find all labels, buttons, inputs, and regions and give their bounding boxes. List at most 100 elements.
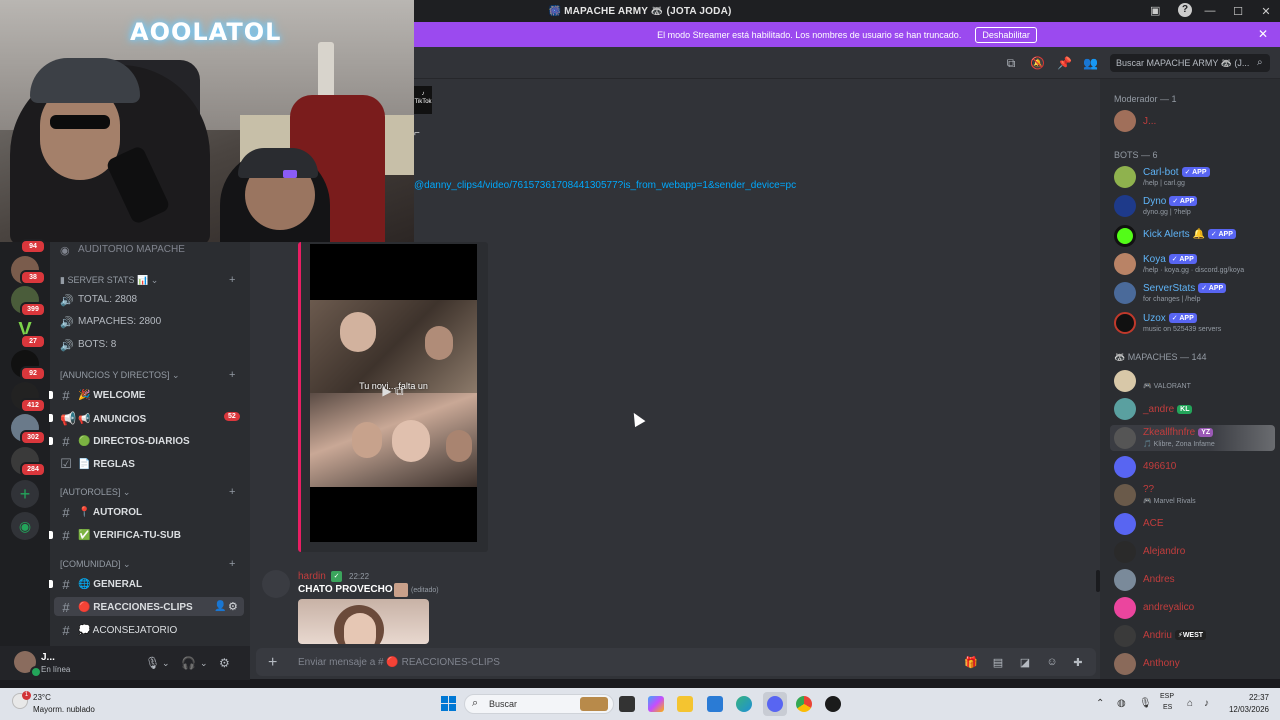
avatar[interactable]: [1114, 370, 1136, 392]
help-icon[interactable]: ?: [1178, 3, 1192, 17]
member-name[interactable]: Uzox ✓ APP: [1143, 313, 1197, 324]
channel-directos-diarios[interactable]: # 🟢 DIRECTOS-DIARIOS: [60, 434, 189, 449]
category-server-stats[interactable]: ▮ SERVER STATS 📊 ⌄: [60, 275, 158, 286]
category-anuncios[interactable]: [ANUNCIOS Y DIRECTOS] ⌄: [60, 370, 180, 381]
discord-icon[interactable]: [767, 696, 783, 712]
channel-reacciones-clips[interactable]: # 🔴 REACCIONES-CLIPS: [60, 600, 192, 615]
add-server-icon[interactable]: +: [11, 480, 39, 508]
gif-icon[interactable]: ▤: [991, 656, 1005, 670]
pin-icon[interactable]: 📌: [1057, 56, 1072, 70]
bot-avatar[interactable]: [1114, 312, 1136, 334]
member-name[interactable]: _andre KL: [1143, 404, 1193, 415]
obs-icon[interactable]: [825, 696, 841, 712]
add-channel-icon[interactable]: +: [229, 486, 235, 498]
edge-icon[interactable]: [736, 696, 752, 712]
windows-start-icon[interactable]: [441, 696, 456, 711]
wifi-icon[interactable]: ⌂: [1187, 698, 1193, 709]
avatar[interactable]: [1114, 513, 1136, 535]
bot-avatar[interactable]: [1114, 225, 1136, 247]
message-image[interactable]: [298, 599, 429, 644]
channel-verifica-tu-sub[interactable]: # ✅ VERIFICA-TU-SUB: [60, 528, 181, 543]
gear-icon[interactable]: ⚙: [228, 600, 238, 613]
bot-avatar[interactable]: [1114, 166, 1136, 188]
channel-aconsejatorio[interactable]: # 💭 ACONSEJATORIO: [60, 623, 177, 638]
expand-icon[interactable]: ⌐: [414, 128, 424, 142]
add-attachment-icon[interactable]: +: [268, 654, 277, 672]
avatar[interactable]: [1114, 541, 1136, 563]
member-name[interactable]: Dyno ✓ APP: [1143, 196, 1198, 207]
channel-autorol[interactable]: # 📍 AUTOROL: [60, 505, 142, 520]
member-name[interactable]: ServerStats ✓ APP: [1143, 283, 1227, 294]
channel-welcome[interactable]: # 🎉 WELCOME: [60, 388, 145, 403]
add-channel-icon[interactable]: +: [229, 274, 235, 286]
member-name[interactable]: Andres: [1143, 574, 1175, 585]
store-icon[interactable]: [707, 696, 723, 712]
bot-avatar[interactable]: [1114, 195, 1136, 217]
sticker-icon[interactable]: ◪: [1018, 656, 1032, 670]
disable-streamer-mode-button[interactable]: Deshabilitar: [975, 26, 1037, 43]
tiktok-link[interactable]: @danny_clips4/video/7615736170844130577?…: [414, 180, 796, 191]
apps-icon[interactable]: ✚: [1071, 656, 1085, 670]
copilot-icon[interactable]: [648, 696, 664, 712]
minimize-button[interactable]: —: [1196, 5, 1224, 17]
volume-icon[interactable]: ♪: [1204, 698, 1209, 709]
stat-bots[interactable]: BOTS: 8: [78, 339, 116, 350]
invite-icon[interactable]: 👤: [214, 601, 226, 612]
emoji-icon[interactable]: ☺: [1045, 656, 1059, 670]
keyboard-layout[interactable]: ES: [1163, 704, 1172, 711]
avatar[interactable]: [1114, 597, 1136, 619]
network-app-icon[interactable]: ◍: [1117, 698, 1126, 709]
inbox-icon[interactable]: ▣: [1150, 4, 1160, 17]
member-name[interactable]: Kick Alerts 🔔 ✓ APP: [1143, 229, 1236, 240]
avatar[interactable]: [1114, 456, 1136, 478]
member-name[interactable]: Carl-bot ✓ APP: [1143, 167, 1210, 178]
member-name[interactable]: Andriu ⚡WEST: [1143, 630, 1207, 641]
stat-mapaches[interactable]: MAPACHES: 2800: [78, 316, 161, 327]
threads-icon[interactable]: ⧉: [1004, 56, 1018, 70]
category-comunidad[interactable]: [COMUNIDAD] ⌄: [60, 559, 131, 570]
chrome-icon[interactable]: [796, 696, 812, 712]
task-view-icon[interactable]: [619, 696, 635, 712]
avatar[interactable]: [1114, 110, 1136, 132]
member-name[interactable]: ??: [1143, 484, 1154, 495]
chevron-up-icon[interactable]: ⌃: [1096, 698, 1104, 709]
avatar[interactable]: [1114, 427, 1136, 449]
member-name[interactable]: Alejandro: [1143, 546, 1185, 557]
clock-time[interactable]: 22:37: [1229, 693, 1269, 702]
chevron-down-icon[interactable]: ⌄: [200, 658, 208, 669]
user-name[interactable]: J...: [41, 652, 55, 663]
channel-auditorio[interactable]: AUDITORIO MAPACHE: [78, 244, 185, 255]
channel-reglas[interactable]: ☑ 📄 REGLAS: [60, 456, 135, 472]
avatar[interactable]: [1114, 625, 1136, 647]
gift-icon[interactable]: 🎁: [964, 656, 978, 670]
close-window-button[interactable]: ✕: [1252, 5, 1280, 18]
member-name[interactable]: Zkeallfhnfre YZ: [1143, 427, 1214, 438]
member-name[interactable]: ACE: [1143, 518, 1164, 529]
clock-date[interactable]: 12/03/2026: [1219, 705, 1269, 714]
microphone-icon[interactable]: 🎙: [145, 656, 160, 670]
member-name[interactable]: Koya ✓ APP: [1143, 254, 1197, 265]
mute-bell-icon[interactable]: 🔕: [1030, 56, 1045, 70]
add-channel-icon[interactable]: +: [229, 558, 235, 570]
microphone-tray-icon[interactable]: 🎙: [1139, 698, 1152, 709]
channel-anuncios[interactable]: 📢 📢 ANUNCIOS: [60, 411, 146, 427]
search-input[interactable]: Buscar MAPACHE ARMY 🦝 (J...: [1110, 54, 1270, 72]
weather-temperature[interactable]: 23°C: [33, 693, 51, 702]
avatar[interactable]: [1114, 569, 1136, 591]
play-icon[interactable]: ▶ ⧉: [376, 384, 410, 402]
bot-avatar[interactable]: [1114, 282, 1136, 304]
stat-total[interactable]: TOTAL: 2808: [78, 294, 137, 305]
close-icon[interactable]: ✕: [1258, 27, 1268, 41]
message-avatar[interactable]: [262, 570, 290, 598]
maximize-button[interactable]: ☐: [1224, 5, 1252, 18]
weather-description[interactable]: Mayorm. nublado: [33, 705, 95, 714]
chevron-down-icon[interactable]: ⌄: [162, 658, 170, 669]
member-name[interactable]: J...: [1143, 116, 1156, 127]
category-autoroles[interactable]: [AUTOROLES] ⌄: [60, 487, 130, 498]
avatar[interactable]: [1114, 484, 1136, 506]
member-name[interactable]: 496610: [1143, 461, 1176, 472]
discover-icon[interactable]: ◉: [11, 512, 39, 540]
member-name[interactable]: andreyalico: [1143, 602, 1194, 613]
member-list-icon[interactable]: 👥: [1083, 56, 1098, 70]
channel-general[interactable]: # 🌐 GENERAL: [60, 577, 142, 592]
